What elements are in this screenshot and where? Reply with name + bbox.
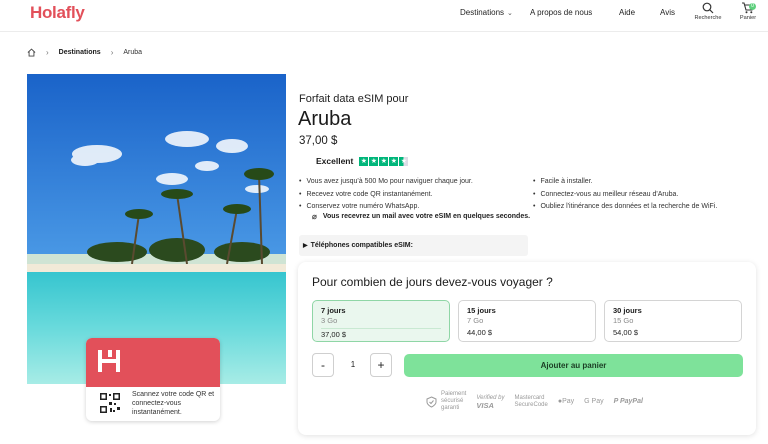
rating-label: Excellent [316, 156, 354, 166]
esim-qr-card: Scannez votre code QR et connectez-vous … [86, 338, 220, 421]
cart-label: Panier [739, 15, 757, 21]
tag-icon: ⌀ [312, 212, 317, 221]
home-icon[interactable] [27, 47, 36, 57]
verified-by-visa-badge: Verified by VISA [476, 395, 504, 409]
google-pay-badge: G Pay [584, 398, 604, 405]
quantity-increase-button[interactable]: + [370, 353, 392, 377]
trustpilot-rating[interactable]: Excellent ★ ★ ★ ★ ★ [316, 156, 409, 166]
plan-price: 37,00 $ [321, 328, 441, 340]
breadcrumb: › Destinations › Aruba [27, 46, 142, 58]
payment-methods: Paiement sécurisé garanti Verified by VI… [426, 391, 653, 412]
breadcrumb-destinations[interactable]: Destinations [59, 49, 101, 56]
plan-days: 7 jours [321, 306, 346, 315]
mail-delivery-note: ⌀ Vous recevrez un mail avec votre eSIM … [312, 212, 530, 221]
quantity-value: 1 [350, 360, 356, 369]
plan-option-15-days[interactable]: 15 jours 7 Go 44,00 $ [458, 300, 596, 342]
caret-right-icon: ▶ [303, 243, 308, 249]
chevron-down-icon: ⌄ [507, 10, 513, 17]
site-header: Holafly Destinations ⌄ A propos de nous A… [0, 0, 768, 32]
mail-note-text: Vous recevrez un mail avec votre eSIM en… [322, 213, 531, 220]
quantity-decrease-button[interactable]: - [312, 353, 334, 377]
feature-item: Vous avez jusqu'à 500 Mo pour naviguer c… [299, 176, 472, 189]
shield-check-icon [426, 395, 437, 408]
compatible-phones-toggle[interactable]: ▶ Téléphones compatibles eSIM: [299, 235, 528, 256]
qr-code-icon [99, 392, 121, 414]
secure-line-1: Paiement [441, 391, 467, 397]
visa-line-2: VISA [476, 400, 494, 410]
breadcrumb-separator: › [110, 47, 114, 57]
breadcrumb-separator: › [46, 47, 49, 57]
secure-line-2: sécurisé [441, 398, 464, 404]
esim-card-brand-area [86, 338, 220, 387]
apple-pay-label: Pay [562, 398, 575, 405]
secure-payment-badge: Paiement sécurisé garanti [441, 391, 466, 412]
rating-stars: ★ ★ ★ ★ ★ [359, 156, 409, 166]
plan-option-7-days[interactable]: 7 jours 3 Go 37,00 $ [312, 300, 450, 342]
plan-option-30-days[interactable]: 30 jours 15 Go 54,00 $ [604, 300, 742, 342]
product-subtitle: Forfait data eSIM pour [299, 93, 409, 105]
star-icon: ★ [369, 156, 379, 166]
nav-destinations-label: Destinations [460, 8, 505, 17]
mastercard-line-2: SecureCode [514, 401, 548, 408]
plan-data: 3 Go [321, 316, 338, 325]
scan-instructions: Scannez votre code QR et connectez-vous … [132, 391, 215, 416]
mastercard-securecode-badge: Mastercard SecureCode [514, 395, 547, 409]
plan-data: 7 Go [467, 316, 484, 325]
trip-duration-question: Pour combien de jours devez-vous voyager… [312, 275, 553, 289]
cart-count-badge: 0 [749, 3, 756, 10]
feature-item: Oubliez l'itinérance des données et la r… [533, 201, 717, 214]
product-title: Aruba [298, 108, 352, 130]
search-label: Recherche [694, 15, 722, 21]
nav-reviews[interactable]: Avis [660, 8, 675, 17]
mastercard-line-1: Mastercard [514, 394, 545, 401]
apple-pay-badge: ●Pay [558, 398, 574, 405]
nav-destinations[interactable]: Destinations ⌄ [460, 8, 513, 17]
plan-price: 44,00 $ [467, 328, 493, 337]
add-to-cart-button[interactable]: Ajouter au panier [404, 354, 743, 377]
plan-days: 30 jours [613, 306, 642, 315]
feature-list-right: Facile à installer. Connectez-vous au me… [533, 176, 717, 214]
star-icon: ★ [359, 156, 369, 166]
star-half-icon: ★ [399, 156, 409, 166]
search-icon [702, 2, 714, 14]
search-button[interactable]: Recherche [688, 2, 728, 21]
breadcrumb-current: Aruba [123, 48, 143, 56]
feature-item: Recevez votre code QR instantanément. [299, 189, 473, 202]
star-icon: ★ [389, 156, 399, 166]
secure-line-3: garanti [441, 405, 460, 411]
paypal-badge: P PayPal [614, 398, 643, 405]
plan-days: 15 jours [467, 306, 496, 315]
paypal-icon: P [613, 398, 619, 405]
star-icon: ★ [379, 156, 389, 166]
product-price: 37,00 $ [299, 135, 338, 147]
plan-data: 15 Go [613, 316, 634, 325]
feature-item: Connectez-vous au meilleur réseau d'Arub… [533, 189, 717, 202]
esim-card-footer: Scannez votre code QR et connectez-vous … [86, 387, 220, 421]
nav-help[interactable]: Aide [619, 8, 635, 17]
trip-duration-panel: Pour combien de jours devez-vous voyager… [298, 262, 756, 435]
holafly-logo[interactable]: Holafly [30, 3, 85, 23]
nav-about[interactable]: A propos de nous [530, 8, 592, 17]
cart-button[interactable]: Panier 0 [728, 2, 768, 21]
paypal-label: PayPal [619, 398, 643, 405]
holafly-mark-icon [98, 350, 120, 372]
feature-list-left: Vous avez jusqu'à 500 Mo pour naviguer c… [299, 176, 473, 214]
feature-item: Facile à installer. [533, 176, 717, 189]
compatible-phones-label: Téléphones compatibles eSIM: [310, 242, 413, 249]
plan-price: 54,00 $ [613, 328, 639, 337]
